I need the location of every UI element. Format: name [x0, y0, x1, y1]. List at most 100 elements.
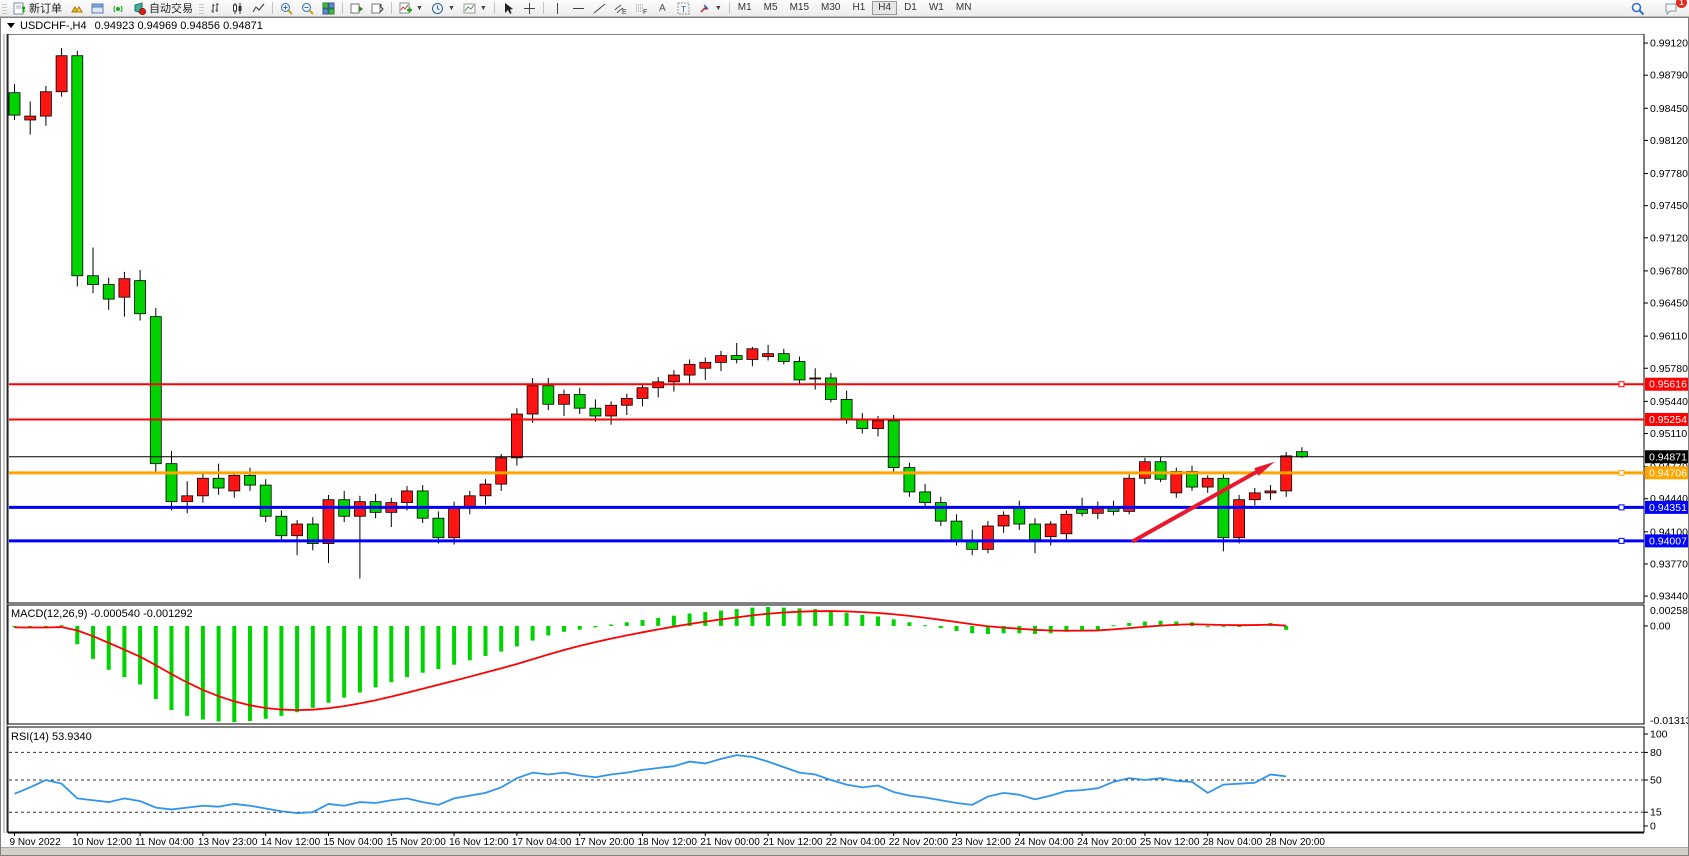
horizontal-line-icon [572, 2, 585, 15]
auto-trading-button[interactable]: 自动交易 [129, 1, 197, 16]
toolbar-separator [543, 2, 544, 14]
macd-label: MACD(12,26,9) -0.000540 -0.001292 [11, 608, 193, 620]
chart-plot-area[interactable]: 0.991200.987900.984500.981200.977800.974… [1, 34, 1688, 856]
timeframe-h4[interactable]: H4 [872, 1, 897, 15]
svg-text:0.98450: 0.98450 [1650, 103, 1688, 115]
svg-text:0.93770: 0.93770 [1650, 558, 1688, 570]
window-bottom-strip [1, 847, 1688, 855]
clock-icon [431, 2, 444, 15]
channel-icon: E [614, 2, 627, 15]
search-button[interactable] [1627, 1, 1648, 16]
timeframe-m30[interactable]: M30 [816, 1, 845, 15]
new-order-icon [13, 2, 26, 15]
add-indicator-button[interactable]: ▼ [395, 1, 427, 16]
dropdown-caret: ▼ [448, 5, 455, 12]
svg-text:0: 0 [1650, 821, 1656, 833]
equidistant-channel-tool[interactable]: E [610, 1, 631, 16]
timeframe-w1[interactable]: W1 [924, 1, 949, 15]
channel-letter: E [622, 9, 627, 15]
arrows-tool[interactable]: ▼ [694, 1, 726, 16]
strategy-tester-button[interactable] [346, 1, 367, 16]
svg-text:0.94351: 0.94351 [1649, 502, 1687, 514]
chat-badge: 1 [1676, 0, 1687, 8]
tile-windows-button[interactable] [318, 1, 339, 16]
toolbar-separator [729, 2, 730, 14]
svg-text:0.96110: 0.96110 [1650, 331, 1687, 343]
svg-text:0.95616: 0.95616 [1649, 379, 1687, 391]
svg-text:0.98790: 0.98790 [1650, 70, 1688, 82]
toolbar-separator [494, 2, 495, 14]
svg-text:0.96780: 0.96780 [1650, 265, 1688, 277]
svg-text:100: 100 [1650, 729, 1668, 741]
vertical-line-icon [551, 2, 564, 15]
profiles-button[interactable] [367, 1, 388, 16]
chat-button[interactable]: 1 [1660, 1, 1681, 16]
main-toolbar: 新订单 自动交易 ▼ ▼ ▼ E F [0, 0, 1689, 17]
text-label-icon: T [677, 2, 690, 15]
timeframe-mn[interactable]: MN [951, 1, 977, 15]
timeframe-h1[interactable]: H1 [847, 1, 870, 15]
svg-text:0.97120: 0.97120 [1650, 232, 1688, 244]
signals-button[interactable] [108, 1, 129, 16]
chart-title-bar[interactable]: USDCHF-,H4 0.94923 0.94969 0.94856 0.948… [1, 18, 1688, 33]
zoom-in-button[interactable] [276, 1, 297, 16]
svg-text:0.94871: 0.94871 [1649, 451, 1687, 463]
indicator-plus-icon [399, 2, 412, 15]
candle-chart-mode-button[interactable] [227, 1, 248, 16]
bar-chart-mode-button[interactable] [206, 1, 227, 16]
chart-symbol-period: USDCHF-,H4 [20, 20, 87, 32]
trendline-tool[interactable] [589, 1, 610, 16]
auto-trading-label: 自动交易 [149, 0, 193, 16]
fibonacci-tool[interactable]: F [631, 1, 652, 16]
market-watch-button[interactable] [66, 1, 87, 16]
svg-text:0.93440: 0.93440 [1650, 591, 1688, 603]
svg-text:0.95110: 0.95110 [1650, 428, 1687, 440]
text-label-tool[interactable]: T [673, 1, 694, 16]
zoom-in-icon [280, 2, 293, 15]
svg-text:0.95440: 0.95440 [1650, 396, 1688, 408]
svg-text:0.95780: 0.95780 [1650, 363, 1688, 375]
timeframe-group: M1M5M15M30H1H4D1W1MN [733, 1, 977, 15]
text-tool-icon: A [656, 2, 669, 15]
toolbar-separator [272, 2, 273, 14]
dropdown-caret: ▼ [480, 5, 487, 12]
data-window-button[interactable] [87, 1, 108, 16]
toolbar-separator [391, 2, 392, 14]
chart-window: USDCHF-,H4 0.94923 0.94969 0.94856 0.948… [0, 17, 1689, 856]
timeframe-m1[interactable]: M1 [733, 1, 757, 15]
toolbar-grip [199, 2, 204, 14]
svg-text:0.00: 0.00 [1650, 620, 1671, 632]
profiles-icon [371, 2, 384, 15]
templates-button[interactable]: ▼ [459, 1, 491, 16]
search-icon [1631, 2, 1644, 15]
chart-ohlc-values: 0.94923 0.94969 0.94856 0.94871 [95, 20, 263, 32]
gold-icon [70, 2, 83, 15]
horizontal-line-tool[interactable] [568, 1, 589, 16]
window-icon [91, 2, 104, 15]
periods-button[interactable]: ▼ [427, 1, 459, 16]
new-order-label: 新订单 [29, 0, 62, 16]
timeframe-d1[interactable]: D1 [899, 1, 922, 15]
candlestick-icon [231, 2, 244, 15]
collapse-icon[interactable] [7, 23, 15, 28]
svg-text:0.97780: 0.97780 [1650, 168, 1688, 180]
trendline-icon [593, 2, 606, 15]
svg-text:0.97450: 0.97450 [1650, 200, 1688, 212]
timeframe-m15[interactable]: M15 [785, 1, 814, 15]
new-order-button[interactable]: 新订单 [9, 1, 66, 16]
text-tool[interactable]: A [652, 1, 673, 16]
chat-icon [1664, 2, 1677, 15]
vertical-line-tool[interactable] [547, 1, 568, 16]
date-axis: 9 Nov 202210 Nov 12:0011 Nov 04:0013 Nov… [10, 833, 1326, 848]
svg-text:50: 50 [1650, 775, 1662, 787]
line-chart-mode-button[interactable] [248, 1, 269, 16]
signal-icon [112, 2, 125, 15]
crosshair-tool-button[interactable] [519, 1, 540, 16]
ohlc-bars-icon [210, 2, 223, 15]
zoom-out-button[interactable] [297, 1, 318, 16]
tester-icon [350, 2, 363, 15]
arrows-icon [698, 2, 711, 15]
rsi-label: RSI(14) 53.9340 [11, 731, 92, 743]
cursor-tool-button[interactable] [498, 1, 519, 16]
timeframe-m5[interactable]: M5 [759, 1, 783, 15]
